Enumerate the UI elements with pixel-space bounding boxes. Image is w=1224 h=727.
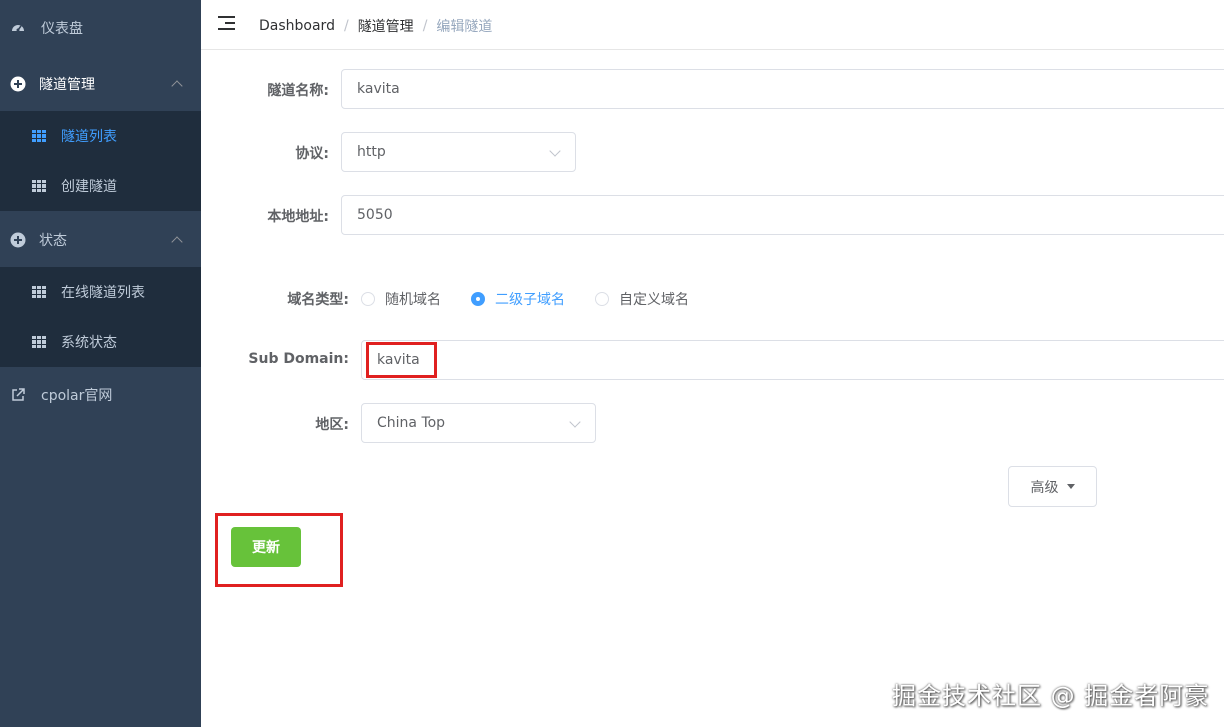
table-icon: [31, 178, 47, 194]
sidebar-item-system-status[interactable]: 系统状态: [0, 322, 201, 362]
sidebar-item-tunnel-list[interactable]: 隧道列表: [0, 116, 201, 156]
highlight-box-update: [215, 513, 343, 587]
tunnel-name-input[interactable]: kavita: [341, 69, 1224, 109]
radio-subdomain-label: 二级子域名: [495, 292, 565, 308]
region-value: China Top: [377, 415, 446, 431]
sidebar-item-online-tunnels-label: 在线隧道列表: [61, 285, 145, 301]
sidebar-item-online-tunnels[interactable]: 在线隧道列表: [0, 272, 201, 312]
radio-checked-icon: [471, 292, 485, 306]
caret-down-icon: [1066, 484, 1075, 489]
table-icon: [31, 334, 47, 350]
local-address-value: 5050: [357, 207, 393, 223]
table-icon: [31, 128, 47, 144]
chevron-down-icon: [569, 416, 581, 428]
region-label: 地区:: [315, 417, 349, 433]
radio-random-domain[interactable]: 随机域名: [361, 289, 441, 309]
plus-circle-icon: [10, 232, 26, 248]
sidebar-item-status[interactable]: 状态: [0, 220, 201, 260]
advanced-button-label: 高级: [1030, 479, 1059, 496]
subdomain-input[interactable]: kavita: [361, 340, 1224, 380]
breadcrumb-tunnel-management[interactable]: 隧道管理: [358, 16, 414, 36]
tunnel-name-value: kavita: [357, 81, 400, 97]
sidebar-item-cpolar-site-label: cpolar官网: [41, 388, 113, 404]
sidebar-item-tunnel-management-label: 隧道管理: [39, 77, 95, 93]
dashboard-gauge-icon: [10, 20, 26, 36]
navbar: Dashboard / 隧道管理 / 编辑隧道: [201, 0, 1224, 50]
protocol-value: http: [357, 144, 386, 160]
chevron-down-icon: [549, 145, 561, 157]
local-address-label: 本地地址:: [267, 209, 329, 225]
advanced-button[interactable]: 高级: [1008, 466, 1097, 507]
chevron-up-icon: [171, 80, 183, 92]
sidebar-item-status-label: 状态: [39, 233, 67, 249]
table-icon: [31, 284, 47, 300]
radio-custom-domain-label: 自定义域名: [619, 292, 689, 308]
sidebar-item-create-tunnel[interactable]: 创建隧道: [0, 166, 201, 206]
domain-type-label: 域名类型:: [287, 292, 349, 308]
highlight-box-subdomain: [366, 342, 437, 378]
plus-circle-icon: [10, 76, 26, 92]
breadcrumb-dashboard[interactable]: Dashboard: [259, 18, 335, 34]
sidebar-item-dashboard[interactable]: 仪表盘: [0, 8, 201, 48]
tunnel-name-label: 隧道名称:: [267, 83, 329, 99]
sidebar-item-tunnel-list-label: 隧道列表: [61, 129, 117, 145]
radio-circle-icon: [595, 292, 609, 306]
radio-custom-domain[interactable]: 自定义域名: [595, 289, 689, 309]
radio-circle-icon: [361, 292, 375, 306]
radio-subdomain[interactable]: 二级子域名: [471, 289, 565, 309]
protocol-label: 协议:: [295, 146, 329, 162]
protocol-select[interactable]: http: [341, 132, 576, 172]
external-link-icon: [10, 387, 26, 403]
local-address-input[interactable]: 5050: [341, 195, 1224, 235]
subdomain-label: Sub Domain:: [248, 351, 349, 367]
sidebar-item-system-status-label: 系统状态: [61, 335, 117, 351]
sidebar-item-tunnel-management[interactable]: 隧道管理: [0, 64, 201, 104]
sidebar-item-dashboard-label: 仪表盘: [41, 21, 83, 37]
breadcrumb: Dashboard / 隧道管理 / 编辑隧道: [259, 16, 492, 36]
breadcrumb-edit-tunnel: 编辑隧道: [436, 19, 493, 35]
radio-random-domain-label: 随机域名: [385, 292, 441, 308]
sidebar-item-cpolar-site[interactable]: cpolar官网: [0, 375, 201, 415]
region-select[interactable]: China Top: [361, 403, 596, 443]
menu-fold-icon[interactable]: [218, 16, 235, 30]
sidebar: 仪表盘 隧道管理 隧道列表 创建隧道 状态 在线隧道列表 系统状态 cpolar…: [0, 0, 201, 727]
chevron-up-icon: [171, 236, 183, 248]
breadcrumb-separator: /: [422, 18, 428, 34]
watermark: 掘金技术社区 @ 掘金者阿豪: [892, 682, 1210, 710]
sidebar-item-create-tunnel-label: 创建隧道: [61, 179, 117, 195]
breadcrumb-separator: /: [343, 18, 349, 34]
